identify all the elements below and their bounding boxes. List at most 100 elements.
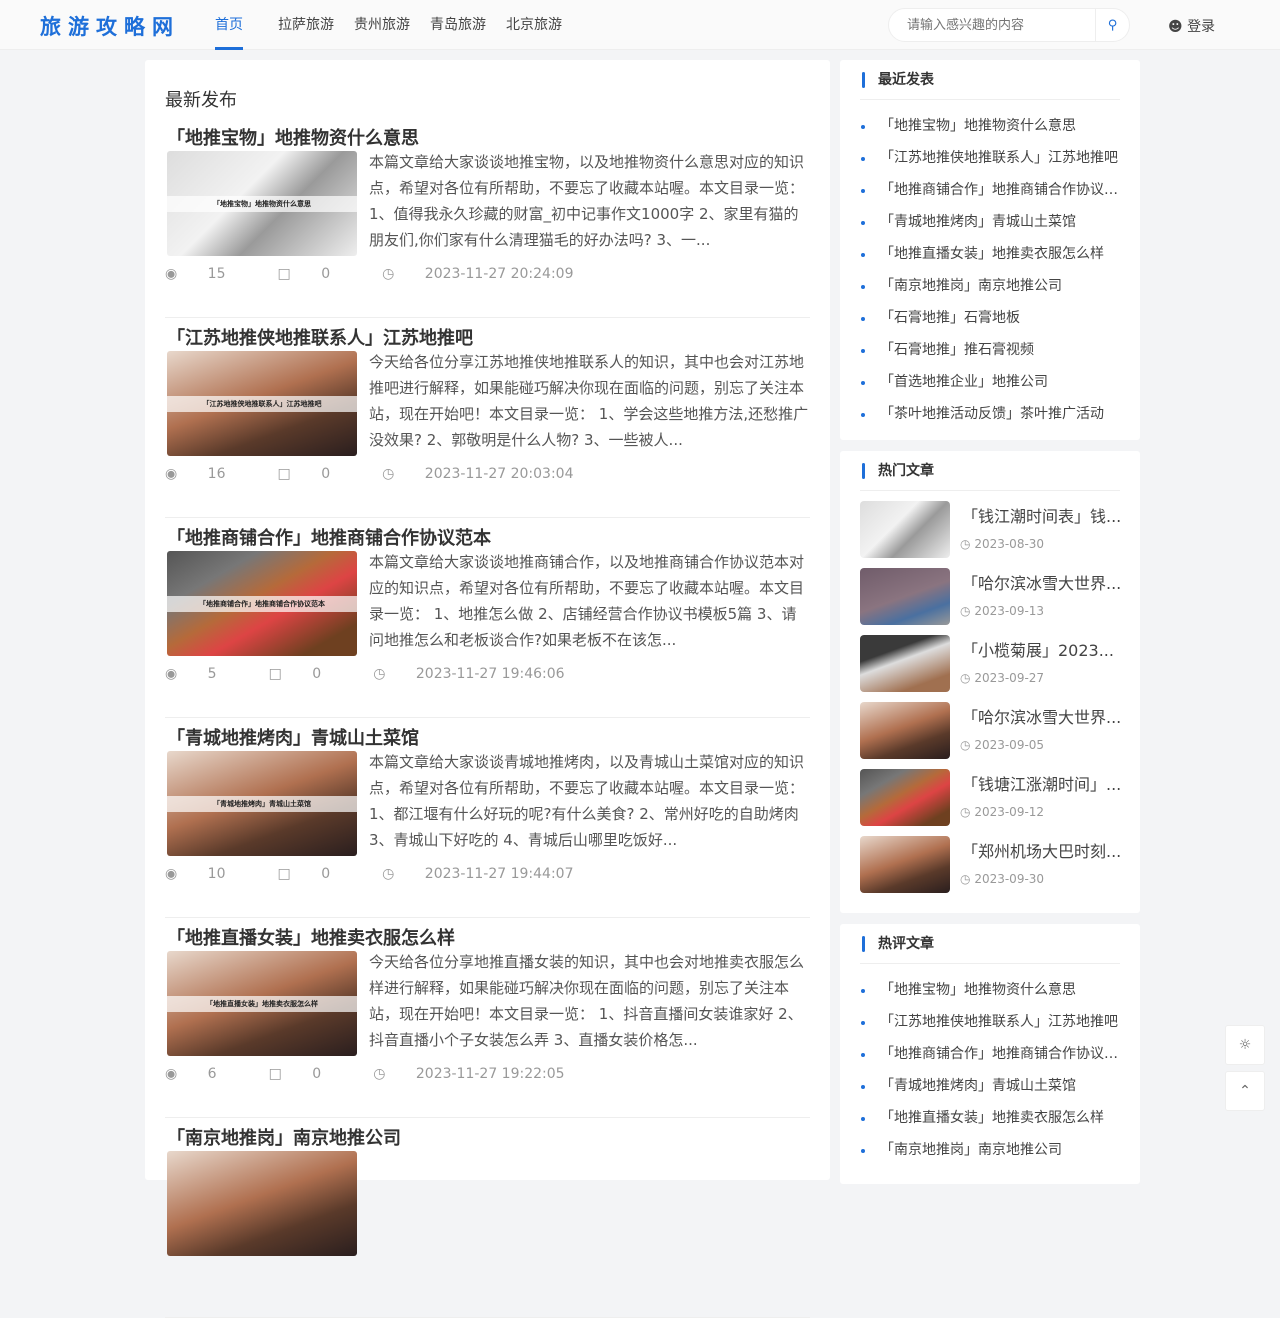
nav-item[interactable]: 贵州旅游 (354, 0, 410, 50)
hot-article[interactable]: 「哈尔滨冰雪大世界... ◷ 2023-09-05 (860, 702, 1122, 769)
comments-value: 0 (312, 1066, 322, 1082)
hot-article-title[interactable]: 「小榄菊展」2023... (962, 637, 1122, 661)
time-value: 2023-11-27 20:24:09 (424, 266, 574, 282)
login-button[interactable]: ☻ 登录 (1168, 16, 1215, 36)
hot-article-thumbnail[interactable] (860, 568, 950, 625)
comment-icon: □ (268, 1066, 282, 1082)
widget-title: 热门文章 (860, 451, 1120, 491)
site-logo[interactable]: 旅游攻略网 (40, 11, 180, 41)
comment-icon: □ (268, 666, 282, 682)
article-summary: 本篇文章给大家谈谈地推宝物，以及地推物资什么意思对应的知识点，希望对各位有所帮助… (369, 153, 805, 249)
article-meta: ◉ 15 □ 0 ◷ 2023-11-27 20:24:09 (165, 266, 625, 282)
article-meta: ◉ 6 □ 0 ◷ 2023-11-27 19:22:05 (165, 1066, 617, 1082)
eye-icon: ◉ (165, 866, 178, 882)
article-summary (369, 1149, 809, 1253)
hot-article-title[interactable]: 「钱塘江涨潮时间」... (962, 771, 1122, 795)
hot-comment-link[interactable]: 「青城地推烤肉」青城山土菜馆 (860, 1070, 1120, 1102)
article-title[interactable]: 「地推宝物」地推物资什么意思 (167, 124, 419, 150)
hot-article-date: ◷ 2023-09-27 (960, 671, 1044, 685)
date-value: 2023-08-30 (974, 537, 1045, 551)
article-thumbnail[interactable]: 「青城地推烤肉」青城山土菜馆 (167, 751, 357, 856)
article-thumbnail[interactable]: 「地推商铺合作」地推商铺合作协议范本 (167, 551, 357, 656)
hot-comment-link[interactable]: 「地推商铺合作」地推商铺合作协议范本 (860, 1038, 1120, 1070)
article-title[interactable]: 「南京地推岗」南京地推公司 (167, 1124, 401, 1150)
article-thumbnail[interactable]: 「地推直播女装」地推卖衣服怎么样 (167, 951, 357, 1056)
recent-post-link[interactable]: 「首选地推企业」地推公司 (860, 366, 1120, 398)
hot-article-title[interactable]: 「哈尔滨冰雪大世界... (962, 704, 1122, 728)
recent-post-link[interactable]: 「江苏地推侠地推联系人」江苏地推吧 (860, 142, 1120, 174)
time-value: 2023-11-27 20:03:04 (424, 466, 574, 482)
hot-comment-link[interactable]: 「江苏地推侠地推联系人」江苏地推吧 (860, 1006, 1120, 1038)
comments-count: □ 0 (269, 666, 348, 682)
views-value: 5 (207, 666, 217, 682)
nav-item[interactable]: 北京旅游 (506, 0, 562, 50)
recent-post-link[interactable]: 「南京地推岗」南京地推公司 (860, 270, 1120, 302)
eye-icon: ◉ (165, 666, 178, 682)
hot-article-title[interactable]: 「钱江潮时间表」钱... (962, 503, 1122, 527)
theme-toggle-button[interactable]: ☼ (1225, 1025, 1265, 1065)
date-value: 2023-09-13 (974, 604, 1045, 618)
views-value: 6 (207, 1066, 217, 1082)
back-to-top-button[interactable]: ⌃ (1225, 1071, 1265, 1111)
search-button[interactable]: ⚲ (1095, 9, 1129, 41)
hot-article[interactable]: 「郑州机场大巴时刻... ◷ 2023-09-30 (860, 836, 1122, 903)
hot-article-date: ◷ 2023-09-05 (960, 738, 1044, 752)
recent-post-link[interactable]: 「地推商铺合作」地推商铺合作协议范本 (860, 174, 1120, 206)
hot-comment-link[interactable]: 「南京地推岗」南京地推公司 (860, 1134, 1120, 1166)
clock-icon: ◷ (960, 671, 971, 685)
recent-post-link[interactable]: 「地推宝物」地推物资什么意思 (860, 110, 1120, 142)
thumbnail-caption: 「青城地推烤肉」青城山土菜馆 (167, 795, 357, 812)
views-value: 15 (207, 266, 226, 282)
hot-article-thumbnail[interactable] (860, 501, 950, 558)
publish-time: ◷ 2023-11-27 19:44:07 (382, 866, 599, 882)
views-value: 16 (207, 466, 226, 482)
hot-comment-link[interactable]: 「地推直播女装」地推卖衣服怎么样 (860, 1102, 1120, 1134)
hot-article[interactable]: 「钱塘江涨潮时间」... ◷ 2023-09-12 (860, 769, 1122, 836)
article-thumbnail[interactable]: 「江苏地推侠地推联系人」江苏地推吧 (167, 351, 357, 456)
recent-post-link[interactable]: 「石膏地推」石膏地板 (860, 302, 1120, 334)
article-thumbnail[interactable]: 「地推宝物」地推物资什么意思 (167, 151, 357, 256)
search-input[interactable] (889, 9, 1095, 41)
hot-article-title[interactable]: 「郑州机场大巴时刻... (962, 838, 1122, 862)
recent-post-link[interactable]: 「地推直播女装」地推卖衣服怎么样 (860, 238, 1120, 270)
publish-time: ◷ 2023-11-27 20:24:09 (382, 266, 599, 282)
recent-post-link[interactable]: 「青城地推烤肉」青城山土菜馆 (860, 206, 1120, 238)
hot-article[interactable]: 「钱江潮时间表」钱... ◷ 2023-08-30 (860, 501, 1122, 568)
article-item: 「地推宝物」地推物资什么意思 「地推宝物」地推物资什么意思 本篇文章给大家谈谈地… (165, 118, 810, 318)
clock-icon: ◷ (960, 738, 971, 752)
hot-articles-widget: 热门文章 「钱江潮时间表」钱... ◷ 2023-08-30 「哈尔滨冰雪大世界… (840, 451, 1140, 913)
eye-icon: ◉ (165, 266, 178, 282)
article-meta: ◉ 16 □ 0 ◷ 2023-11-27 20:03:04 (165, 466, 625, 482)
article-summary: 今天给各位分享地推直播女装的知识，其中也会对地推卖衣服怎么样进行解释，如果能碰巧… (369, 953, 805, 1049)
article-title[interactable]: 「青城地推烤肉」青城山土菜馆 (167, 724, 419, 750)
clock-icon: ◷ (382, 466, 395, 482)
article-meta: ◉ 10 □ 0 ◷ 2023-11-27 19:44:07 (165, 866, 625, 882)
hot-article[interactable]: 「小榄菊展」2023... ◷ 2023-09-27 (860, 635, 1120, 702)
thumbnail-caption: 「地推直播女装」地推卖衣服怎么样 (167, 995, 357, 1012)
article-title[interactable]: 「地推直播女装」地推卖衣服怎么样 (167, 924, 455, 950)
hot-article[interactable]: 「哈尔滨冰雪大世界... ◷ 2023-09-13 (860, 568, 1122, 635)
nav-item[interactable]: 青岛旅游 (430, 0, 486, 50)
hot-comment-link[interactable]: 「地推宝物」地推物资什么意思 (860, 974, 1120, 1006)
clock-icon: ◷ (373, 1066, 386, 1082)
article-title[interactable]: 「江苏地推侠地推联系人」江苏地推吧 (167, 324, 473, 350)
recent-posts-widget: 最近发表 「地推宝物」地推物资什么意思 「江苏地推侠地推联系人」江苏地推吧 「地推商… (840, 60, 1140, 440)
hot-article-thumbnail[interactable] (860, 836, 950, 893)
comments-value: 0 (312, 666, 322, 682)
comment-icon: □ (277, 866, 291, 882)
hot-article-title[interactable]: 「哈尔滨冰雪大世界... (962, 570, 1122, 594)
article-summary: 本篇文章给大家谈谈地推商铺合作，以及地推商铺合作协议范本对应的知识点，希望对各位… (369, 553, 805, 649)
eye-icon: ◉ (165, 1066, 178, 1082)
article-item: 「地推商铺合作」地推商铺合作协议范本 「地推商铺合作」地推商铺合作协议范本 本篇… (165, 518, 810, 718)
clock-icon: ◷ (960, 805, 971, 819)
article-title[interactable]: 「地推商铺合作」地推商铺合作协议范本 (167, 524, 491, 550)
hot-article-thumbnail[interactable] (860, 769, 950, 826)
nav-item[interactable]: 首页 (215, 0, 243, 50)
views-count: ◉ 5 (165, 666, 243, 682)
hot-comments-widget: 热评文章 「地推宝物」地推物资什么意思 「江苏地推侠地推联系人」江苏地推吧 「地推商… (840, 924, 1140, 1184)
hot-article-thumbnail[interactable] (860, 635, 950, 692)
nav-item[interactable]: 拉萨旅游 (278, 0, 334, 50)
recent-post-link[interactable]: 「石膏地推」推石膏视频 (860, 334, 1120, 366)
recent-post-link[interactable]: 「茶叶地推活动反馈」茶叶推广活动 (860, 398, 1120, 430)
hot-article-thumbnail[interactable] (860, 702, 950, 759)
